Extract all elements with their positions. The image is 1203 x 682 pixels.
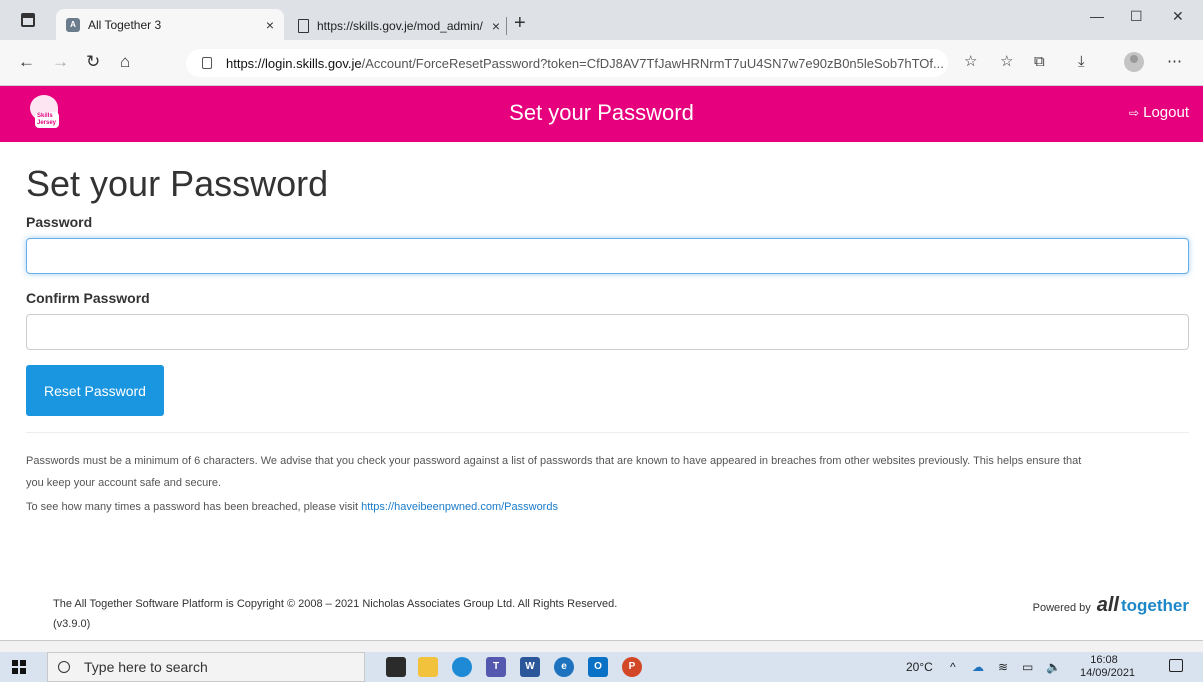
lock-icon[interactable] — [202, 57, 212, 69]
address-bar[interactable]: https://login.skills.gov.je/Account/Forc… — [186, 49, 948, 77]
confirm-password-input[interactable] — [26, 314, 1189, 350]
logout-link[interactable]: ⇨ Logout — [1129, 104, 1189, 121]
clock-time: 16:08 — [1090, 654, 1118, 666]
internet-explorer-icon[interactable]: e — [554, 657, 574, 677]
new-tab-button[interactable]: + — [514, 13, 526, 33]
more-icon[interactable]: ⋯ — [1167, 52, 1182, 72]
teams-icon[interactable]: T — [486, 657, 506, 677]
confirm-password-label: Confirm Password — [26, 290, 150, 306]
tab-skills-admin[interactable]: https://skills.gov.je/mod_admin/ × — [288, 14, 510, 37]
help-text-line2: you keep your account safe and secure. — [26, 477, 222, 489]
password-input[interactable] — [26, 238, 1189, 274]
haveibeenpwned-link[interactable]: https://haveibeenpwned.com/Passwords — [361, 501, 558, 513]
taskbar-search-input[interactable]: Type here to search — [47, 652, 365, 682]
page-favicon-icon — [298, 18, 309, 33]
taskbar-clock[interactable]: 16:08 14/09/2021 — [1080, 654, 1136, 680]
tab-title: https://skills.gov.je/mod_admin/ — [317, 18, 483, 33]
edge-icon[interactable] — [452, 657, 472, 677]
copyright-text: The All Together Software Platform is Co… — [53, 598, 618, 610]
windows-taskbar: Type here to search T W e O P 20°C ^ ☁ ≋… — [0, 652, 1203, 682]
version-text: (v3.9.0) — [53, 618, 91, 630]
volume-icon[interactable]: 🔈 — [1046, 660, 1061, 674]
window-bottom-edge — [0, 640, 1203, 652]
downloads-icon[interactable]: ⤓ — [1078, 52, 1085, 72]
windows-start-icon[interactable] — [12, 660, 26, 674]
battery-icon[interactable]: ▭ — [1022, 660, 1033, 674]
favorites-icon[interactable]: ☆ — [1000, 52, 1013, 72]
maximize-button[interactable]: ☐ — [1130, 8, 1143, 25]
url-path: /Account/ForceResetPassword?token=CfDJ8A… — [361, 55, 944, 71]
reset-password-button[interactable]: Reset Password — [26, 365, 164, 416]
profile-avatar[interactable] — [1124, 52, 1144, 72]
close-window-button[interactable]: ✕ — [1172, 8, 1184, 25]
help-text-prefix: To see how many times a password has bee… — [26, 501, 362, 513]
file-explorer-icon[interactable] — [418, 657, 438, 677]
word-icon[interactable]: W — [520, 657, 540, 677]
all-together-favicon-icon: A — [66, 17, 80, 32]
browser-toolbar: ← → ↻ ⌂ https://login.skills.gov.je/Acco… — [0, 40, 1203, 86]
weather-temperature[interactable]: 20°C — [906, 660, 933, 674]
taskbar-search-placeholder: Type here to search — [84, 659, 208, 675]
show-hidden-icons-icon[interactable]: ^ — [950, 660, 956, 674]
url-host: https://login.skills.gov.je — [226, 55, 362, 71]
clock-date: 14/09/2021 — [1080, 667, 1136, 679]
wifi-icon[interactable]: ≋ — [998, 660, 1008, 674]
minimize-button[interactable]: — — [1090, 8, 1104, 24]
header-title: Set your Password — [509, 100, 694, 125]
divider — [26, 432, 1189, 433]
favorites-add-icon[interactable]: ☆ — [964, 52, 977, 72]
onedrive-icon[interactable]: ☁ — [972, 660, 984, 674]
home-icon[interactable]: ⌂ — [120, 52, 130, 72]
logout-icon: ⇨ — [1129, 105, 1140, 120]
outlook-icon[interactable]: O — [588, 657, 608, 677]
tab-all-together[interactable]: A All Together 3 × — [56, 9, 284, 40]
collections-icon[interactable]: ⧉ — [1034, 52, 1045, 72]
all-together-logo-all: all — [1096, 594, 1119, 616]
tab-close-icon[interactable]: × — [266, 17, 274, 33]
browser-tab-strip: A All Together 3 × https://skills.gov.je… — [0, 0, 1203, 40]
all-together-logo-together: together — [1121, 596, 1189, 615]
task-view-icon[interactable] — [386, 657, 406, 677]
back-icon[interactable]: ← — [18, 52, 35, 72]
powered-by[interactable]: Powered by all together — [1033, 594, 1189, 617]
page-title: Set your Password — [26, 163, 329, 204]
tab-separator — [506, 17, 507, 35]
help-text-line3: To see how many times a password has bee… — [26, 494, 1196, 521]
notifications-icon[interactable] — [1169, 659, 1183, 672]
tab-title: All Together 3 — [88, 17, 162, 32]
site-header: Skills Jersey Set your Password ⇨ Logout — [0, 86, 1203, 142]
copyright-block: The All Together Software Platform is Co… — [53, 594, 617, 634]
powerpoint-icon[interactable]: P — [622, 657, 642, 677]
search-icon — [58, 661, 70, 673]
password-label: Password — [26, 214, 93, 230]
refresh-icon[interactable]: ↻ — [86, 52, 100, 72]
powered-by-label: Powered by — [1032, 602, 1091, 614]
tab-actions-icon[interactable] — [21, 13, 35, 27]
tab-close-icon[interactable]: × — [492, 18, 500, 34]
logout-label: Logout — [1143, 104, 1189, 121]
forward-icon[interactable]: → — [52, 52, 69, 72]
